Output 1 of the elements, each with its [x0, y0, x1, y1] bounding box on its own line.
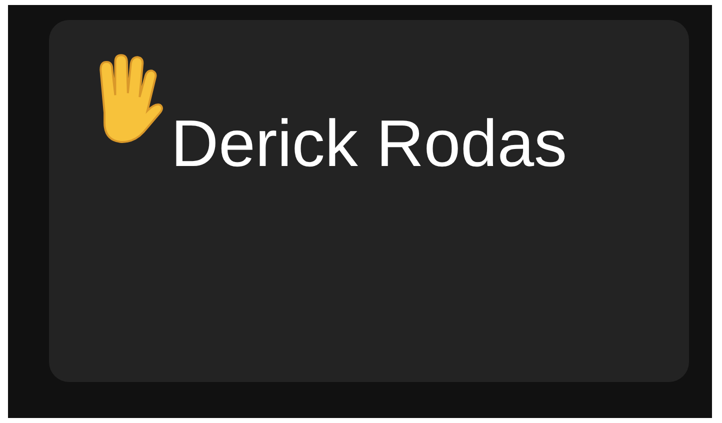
participant-name: Derick Rodas [170, 105, 568, 182]
